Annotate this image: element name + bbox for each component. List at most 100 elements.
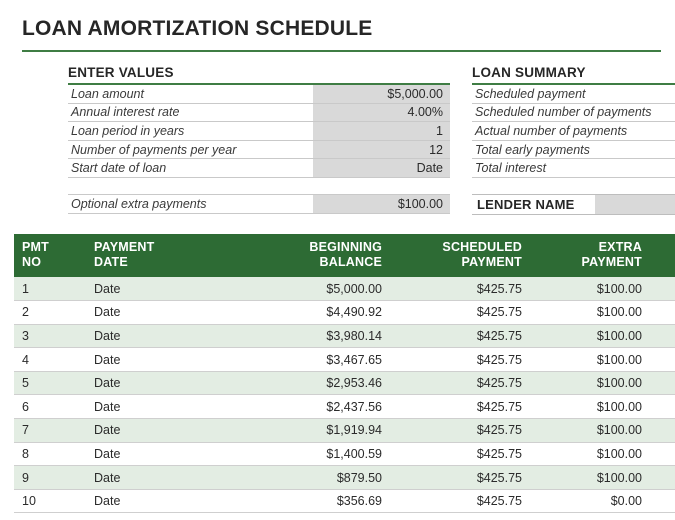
cell-extra-payment: $100.00	[530, 324, 650, 349]
loan-amount-row: Loan amount $5,000.00	[68, 85, 450, 104]
loan-period-label: Loan period in years	[71, 123, 185, 138]
cell-beginning-balance: $1,400.59	[242, 442, 390, 467]
annual-interest-rate-input[interactable]: 4.00%	[313, 103, 450, 122]
table-row[interactable]: 2 Date $4,490.92 $425.75 $100.00 $525.75	[14, 300, 675, 325]
column-header-payment-date-line2: DATE	[94, 255, 128, 270]
table-row[interactable]: 9 Date $879.50 $425.75 $100.00 $525.75	[14, 465, 675, 490]
input-panels: ENTER VALUES Loan amount $5,000.00 Annua…	[0, 52, 675, 215]
scheduled-number-of-payments-label: Scheduled number of payments	[472, 104, 675, 123]
payments-per-year-row: Number of payments per year 12	[68, 140, 450, 160]
column-header-scheduled-payment[interactable]: SCHEDULED PAYMENT	[390, 233, 530, 278]
column-header-beginning-balance-line1: BEGINNING	[309, 239, 382, 254]
cell-scheduled-payment: $425.75	[390, 489, 530, 514]
cell-total-payment: $356.69	[650, 489, 675, 514]
cell-total-payment: $525.75	[650, 300, 675, 325]
cell-payment-date: Date	[86, 300, 242, 325]
cell-payment-date: Date	[86, 465, 242, 490]
table-header: PMT NO PAYMENT DATE BEGINNING BALANCE SC…	[14, 233, 675, 278]
cell-total-payment: $525.75	[650, 465, 675, 490]
cell-payment-date: Date	[86, 442, 242, 467]
cell-beginning-balance: $1,919.94	[242, 418, 390, 443]
column-header-extra-payment-line1: EXTRA	[598, 239, 642, 254]
cell-total-payment: $525.75	[650, 277, 675, 302]
cell-payment-date: Date	[86, 489, 242, 514]
cell-scheduled-payment: $425.75	[390, 465, 530, 490]
total-interest-label: Total interest	[472, 159, 675, 178]
column-header-pmt-no-line2: NO	[22, 255, 42, 270]
cell-payment-date: Date	[86, 371, 242, 396]
table-row[interactable]: 5 Date $2,953.46 $425.75 $100.00 $525.75	[14, 371, 675, 396]
cell-extra-payment: $100.00	[530, 277, 650, 302]
cell-total-payment: $525.75	[650, 394, 675, 420]
amortization-table: PMT NO PAYMENT DATE BEGINNING BALANCE SC…	[14, 233, 675, 514]
summary-spacer	[472, 178, 675, 194]
cell-pmt-no: 9	[14, 465, 86, 490]
column-header-total-payment[interactable]: TOTAL PAYMENT	[650, 233, 675, 278]
lender-name-label: LENDER NAME	[472, 194, 595, 214]
cell-pmt-no: 10	[14, 489, 86, 514]
annual-interest-rate-row: Annual interest rate 4.00%	[68, 103, 450, 123]
cell-beginning-balance: $2,437.56	[242, 394, 390, 420]
lender-name-input[interactable]	[595, 194, 675, 214]
table-row[interactable]: 6 Date $2,437.56 $425.75 $100.00 $525.75	[14, 394, 675, 420]
lender-name-row: LENDER NAME	[472, 193, 675, 215]
cell-scheduled-payment: $425.75	[390, 277, 530, 302]
table-row[interactable]: 7 Date $1,919.94 $425.75 $100.00 $525.75	[14, 418, 675, 443]
table-row[interactable]: 10 Date $356.69 $425.75 $0.00 $356.69	[14, 489, 675, 514]
cell-payment-date: Date	[86, 324, 242, 349]
annual-interest-rate-label: Annual interest rate	[71, 105, 180, 120]
optional-extra-payments-input[interactable]: $100.00	[313, 194, 450, 213]
loan-amount-label: Loan amount	[71, 86, 144, 101]
cell-pmt-no: 8	[14, 442, 86, 467]
page-title: LOAN AMORTIZATION SCHEDULE	[22, 17, 373, 40]
cell-extra-payment: $100.00	[530, 347, 650, 372]
cell-beginning-balance: $879.50	[242, 465, 390, 490]
loan-amount-input[interactable]: $5,000.00	[313, 85, 450, 103]
start-date-label: Start date of loan	[71, 161, 167, 176]
start-date-input[interactable]: Date	[313, 159, 450, 177]
payments-per-year-label: Number of payments per year	[71, 142, 237, 157]
column-header-pmt-no[interactable]: PMT NO	[14, 233, 86, 278]
cell-extra-payment: $100.00	[530, 442, 650, 467]
column-header-scheduled-payment-line2: PAYMENT	[461, 255, 522, 270]
cell-pmt-no: 4	[14, 347, 86, 372]
cell-scheduled-payment: $425.75	[390, 442, 530, 467]
cell-scheduled-payment: $425.75	[390, 347, 530, 372]
cell-scheduled-payment: $425.75	[390, 324, 530, 349]
table-header-row: PMT NO PAYMENT DATE BEGINNING BALANCE SC…	[14, 233, 675, 278]
column-header-payment-date[interactable]: PAYMENT DATE	[86, 233, 242, 278]
cell-payment-date: Date	[86, 418, 242, 443]
cell-scheduled-payment: $425.75	[390, 371, 530, 396]
cell-pmt-no: 1	[14, 277, 86, 302]
cell-total-payment: $525.75	[650, 347, 675, 372]
column-header-payment-date-line1: PAYMENT	[94, 239, 155, 254]
table-row[interactable]: 1 Date $5,000.00 $425.75 $100.00 $525.75	[14, 277, 675, 302]
cell-extra-payment: $100.00	[530, 371, 650, 396]
cell-scheduled-payment: $425.75	[390, 394, 530, 420]
cell-payment-date: Date	[86, 347, 242, 372]
payments-per-year-input[interactable]: 12	[313, 140, 450, 159]
table-row[interactable]: 8 Date $1,400.59 $425.75 $100.00 $525.75	[14, 442, 675, 467]
optional-extra-payments-label: Optional extra payments	[71, 196, 207, 211]
cell-total-payment: $525.75	[650, 442, 675, 467]
start-date-row: Start date of loan Date	[68, 159, 450, 178]
column-header-extra-payment[interactable]: EXTRA PAYMENT	[530, 233, 650, 278]
cell-beginning-balance: $5,000.00	[242, 277, 390, 302]
cell-pmt-no: 2	[14, 300, 86, 325]
cell-total-payment: $525.75	[650, 371, 675, 396]
cell-beginning-balance: $3,467.65	[242, 347, 390, 372]
cell-total-payment: $525.75	[650, 324, 675, 349]
column-header-beginning-balance[interactable]: BEGINNING BALANCE	[242, 233, 390, 278]
worksheet: LOAN AMORTIZATION SCHEDULE ENTER VALUES …	[0, 0, 675, 514]
amortization-table-wrapper: PMT NO PAYMENT DATE BEGINNING BALANCE SC…	[14, 233, 675, 514]
column-header-beginning-balance-line2: BALANCE	[319, 255, 382, 270]
scheduled-payment-label: Scheduled payment	[472, 85, 675, 104]
column-header-extra-payment-line2: PAYMENT	[581, 255, 642, 270]
loan-summary-heading: LOAN SUMMARY	[472, 65, 586, 80]
cell-beginning-balance: $3,980.14	[242, 324, 390, 349]
cell-pmt-no: 3	[14, 324, 86, 349]
table-row[interactable]: 4 Date $3,467.65 $425.75 $100.00 $525.75	[14, 347, 675, 372]
cell-extra-payment: $100.00	[530, 465, 650, 490]
table-row[interactable]: 3 Date $3,980.14 $425.75 $100.00 $525.75	[14, 324, 675, 349]
loan-period-input[interactable]: 1	[313, 122, 450, 140]
